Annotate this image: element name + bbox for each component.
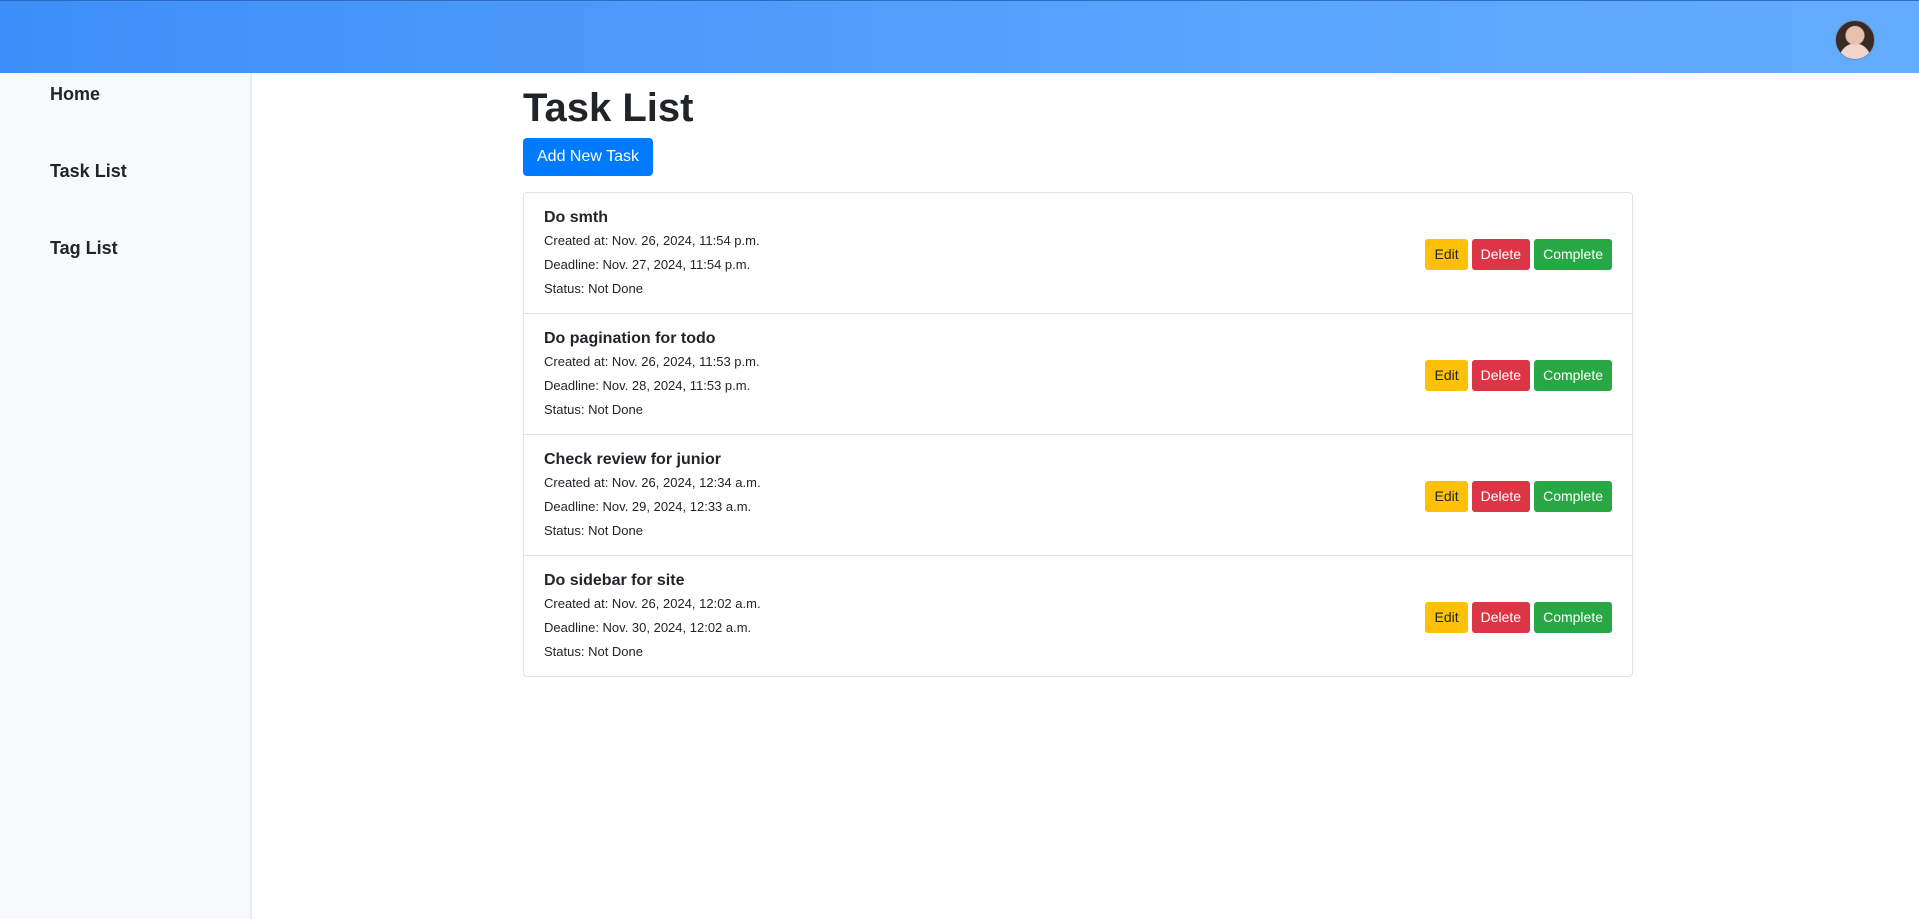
edit-button[interactable]: Edit	[1425, 602, 1468, 633]
task-item: Do sidebar for site Created at: Nov. 26,…	[524, 556, 1632, 676]
sidebar-item-tag-list[interactable]: Tag List	[50, 238, 118, 259]
task-actions: Edit Delete Complete	[1425, 481, 1612, 512]
sidebar-item-task-list[interactable]: Task List	[50, 161, 127, 182]
complete-button[interactable]: Complete	[1534, 239, 1612, 270]
complete-button[interactable]: Complete	[1534, 360, 1612, 391]
edit-button[interactable]: Edit	[1425, 360, 1468, 391]
edit-button[interactable]: Edit	[1425, 481, 1468, 512]
task-item: Do smth Created at: Nov. 26, 2024, 11:54…	[524, 193, 1632, 314]
task-status: Status: Not Done	[544, 402, 643, 417]
main-content: Task List Add New Task Do smth Created a…	[523, 80, 1633, 677]
edit-button[interactable]: Edit	[1425, 239, 1468, 270]
complete-button[interactable]: Complete	[1534, 602, 1612, 633]
task-status: Status: Not Done	[544, 523, 643, 538]
delete-button[interactable]: Delete	[1471, 360, 1531, 391]
delete-button[interactable]: Delete	[1471, 239, 1531, 270]
sidebar-item-home[interactable]: Home	[50, 84, 100, 105]
task-item: Do pagination for todo Created at: Nov. …	[524, 314, 1632, 435]
task-list: Do smth Created at: Nov. 26, 2024, 11:54…	[523, 192, 1633, 677]
task-title: Check review for junior	[544, 451, 721, 468]
delete-button[interactable]: Delete	[1471, 481, 1531, 512]
task-title: Do sidebar for site	[544, 572, 685, 589]
user-avatar[interactable]	[1835, 20, 1875, 60]
task-title: Do smth	[544, 209, 608, 226]
task-item: Check review for junior Created at: Nov.…	[524, 435, 1632, 556]
task-actions: Edit Delete Complete	[1425, 239, 1612, 270]
complete-button[interactable]: Complete	[1534, 481, 1612, 512]
task-actions: Edit Delete Complete	[1425, 360, 1612, 391]
delete-button[interactable]: Delete	[1471, 602, 1531, 633]
top-navbar	[0, 0, 1919, 73]
page-title: Task List	[523, 86, 694, 130]
task-status: Status: Not Done	[544, 281, 643, 296]
sidebar: Home Task List Tag List	[0, 73, 252, 919]
task-status: Status: Not Done	[544, 644, 643, 659]
task-title: Do pagination for todo	[544, 330, 716, 347]
task-actions: Edit Delete Complete	[1425, 602, 1612, 633]
add-new-task-button[interactable]: Add New Task	[523, 138, 653, 176]
